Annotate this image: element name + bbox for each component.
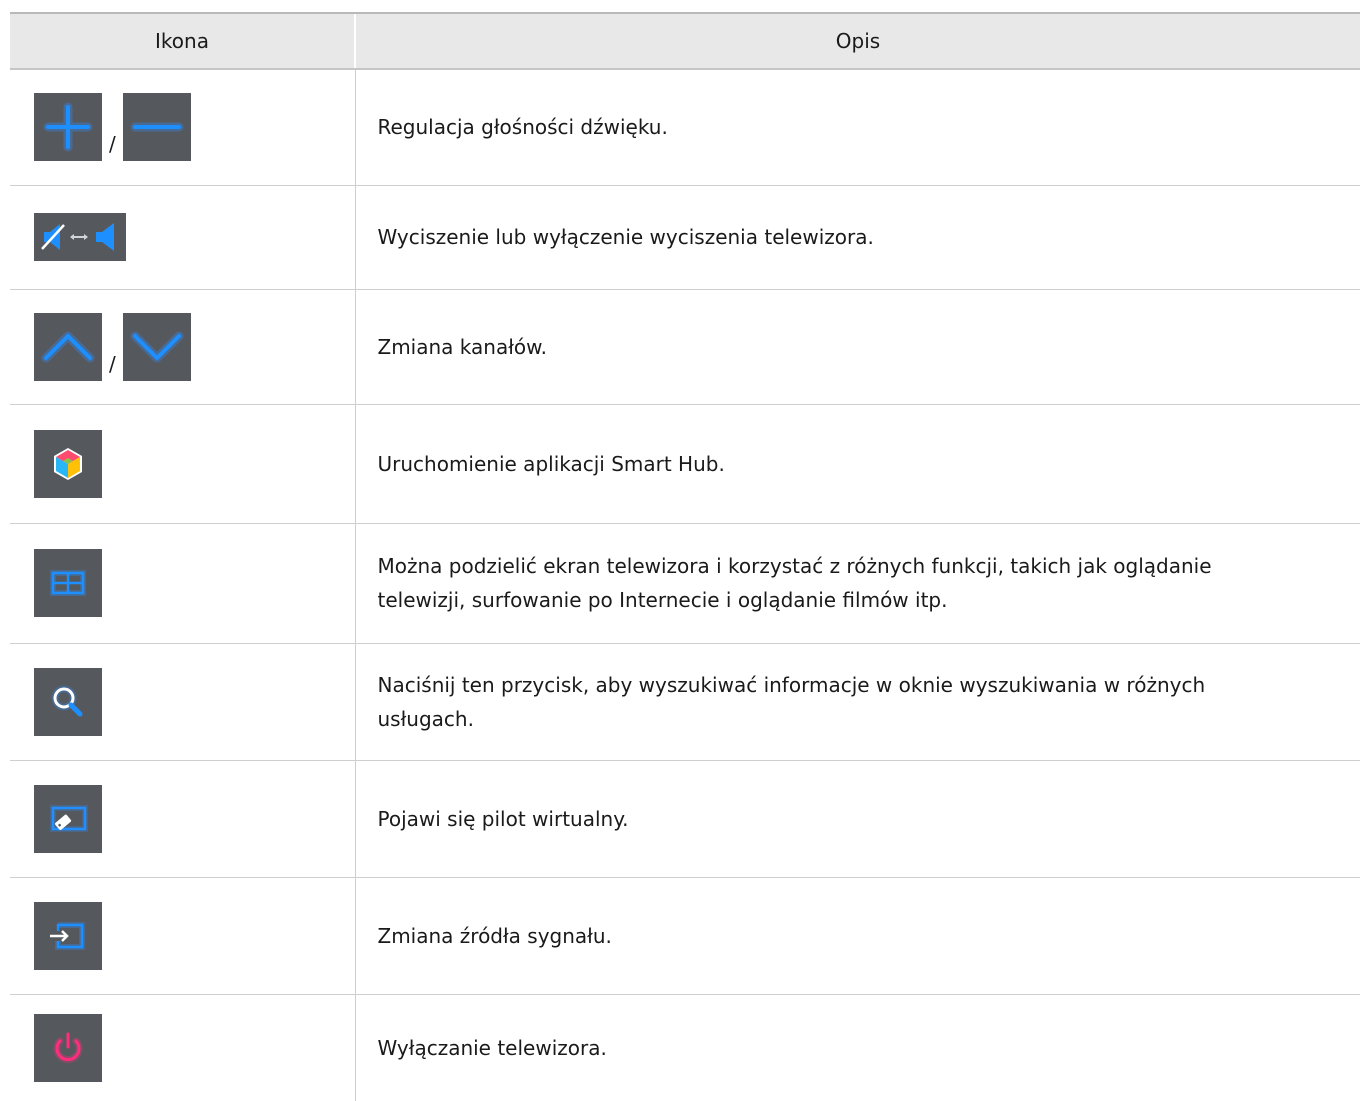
table-row-mute: Wyciszenie lub wyłączenie wyciszenia tel… — [10, 185, 1360, 290]
icon-cell — [10, 643, 356, 761]
table-header-row: Ikona Opis — [10, 14, 1360, 70]
plus-icon — [43, 102, 93, 152]
icon-separator: / — [109, 132, 116, 157]
smart-hub-icon — [54, 447, 82, 480]
channel-up-button[interactable] — [34, 312, 102, 381]
icon-cell — [10, 994, 356, 1101]
icon-cell: / — [10, 289, 356, 405]
icon-cell — [10, 523, 356, 644]
mute-toggle-icon — [41, 223, 114, 251]
row-description: Można podzielić ekran telewizora i korzy… — [355, 523, 1360, 644]
table-row-multi-link: Można podzielić ekran telewizora i korzy… — [10, 523, 1360, 644]
power-icon — [53, 1032, 83, 1063]
chevron-up-icon — [41, 331, 95, 362]
row-description: Wyłączanie telewizora. — [377, 1035, 607, 1060]
source-button[interactable] — [34, 901, 102, 970]
icon-cell: / — [10, 69, 356, 186]
chevron-down-icon — [130, 331, 184, 362]
table-row-channel: / Zmiana kanałów. — [10, 289, 1360, 405]
row-description: Uruchomienie aplikacji Smart Hub. — [355, 404, 1360, 524]
table-row-source: Zmiana źródła sygnału. — [10, 877, 1360, 995]
search-icon — [51, 685, 83, 716]
volume-down-button[interactable] — [122, 93, 191, 162]
volume-up-button[interactable] — [34, 93, 102, 162]
header-icon: Ikona — [10, 14, 356, 70]
header-description: Opis — [355, 14, 1360, 70]
table-row-power: Wyłączanie telewizora. — [10, 994, 1360, 1101]
search-button[interactable] — [34, 667, 102, 736]
source-icon — [50, 921, 85, 950]
table-row-smart-hub: Uruchomienie aplikacji Smart Hub. — [10, 404, 1360, 524]
table-row-virtual-remote: Pojawi się pilot wirtualny. — [10, 760, 1360, 878]
icon-cell — [10, 185, 356, 290]
page: Ikona Opis / Regulacja głośności dźwięku… — [0, 0, 1360, 1101]
table-row-volume: / Regulacja głośności dźwięku. — [10, 69, 1360, 186]
row-description: Pojawi się pilot wirtualny. — [355, 760, 1360, 878]
minus-icon — [130, 122, 184, 132]
row-description: Naciśnij ten przycisk, aby wyszukiwać in… — [355, 643, 1360, 761]
icon-cell — [10, 404, 356, 524]
row-description: Wyciszenie lub wyłączenie wyciszenia tel… — [355, 185, 1360, 290]
row-description: Regulacja głośności dźwięku. — [355, 69, 1360, 186]
smart-hub-button[interactable] — [34, 429, 102, 498]
table-row-search: Naciśnij ten przycisk, aby wyszukiwać in… — [10, 643, 1360, 761]
channel-down-button[interactable] — [122, 312, 191, 381]
row-description: Zmiana kanałów. — [355, 289, 1360, 405]
virtual-remote-button[interactable] — [34, 784, 102, 853]
icon-separator: / — [109, 351, 116, 376]
split-screen-icon — [50, 570, 86, 596]
mute-button[interactable] — [34, 213, 126, 261]
virtual-remote-icon — [50, 804, 88, 832]
power-button[interactable] — [34, 1013, 102, 1082]
split-screen-button[interactable] — [34, 549, 102, 617]
row-description: Zmiana źródła sygnału. — [355, 877, 1360, 995]
icon-cell — [10, 760, 356, 878]
icon-cell — [10, 877, 356, 995]
icon-description-table: Ikona Opis / Regulacja głośności dźwięku… — [10, 14, 1360, 1101]
